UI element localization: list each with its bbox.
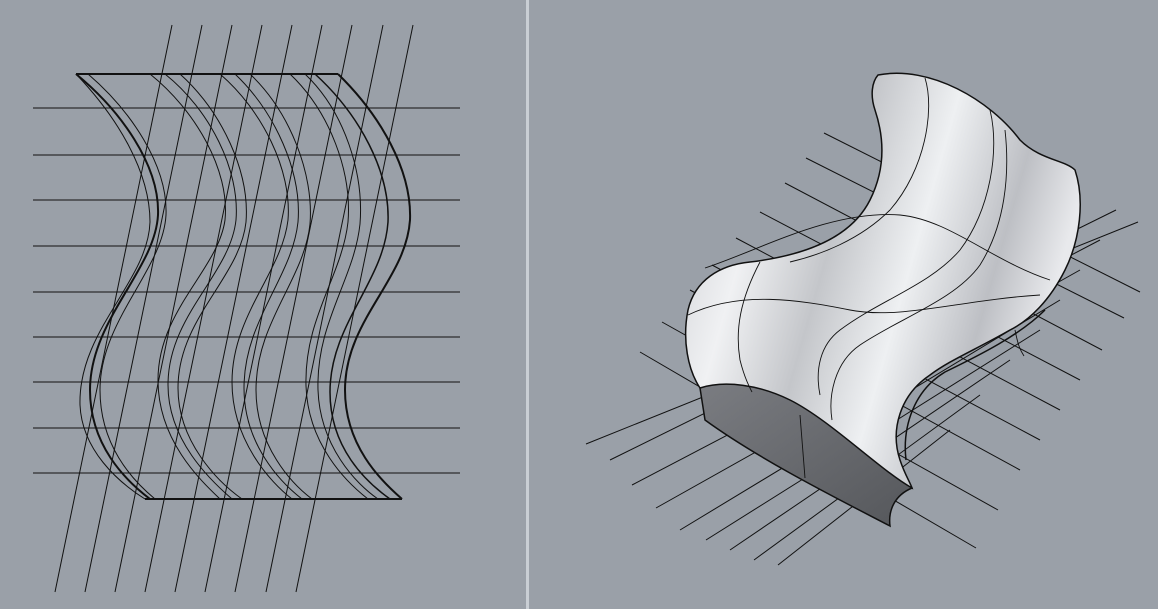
interior-wave-curve	[164, 73, 237, 500]
interior-wave-curve	[149, 73, 226, 500]
front-viewport[interactable]	[0, 0, 526, 609]
left-profile-curve-secondary	[87, 73, 167, 500]
perspective-viewport[interactable]	[529, 0, 1158, 609]
modeling-app-window	[0, 0, 1158, 609]
interior-wave-curve	[177, 73, 247, 500]
slanted-guide-line	[204, 24, 323, 593]
interior-wave-curve	[249, 73, 313, 500]
slanted-guide-line	[265, 24, 384, 593]
slanted-guide-line	[144, 24, 263, 593]
slanted-guide-line	[114, 24, 233, 593]
right-profile-curve	[337, 73, 412, 500]
interior-wave-curve	[219, 73, 293, 500]
left-profile-curve-outer	[75, 73, 151, 500]
slanted-guide-line	[84, 24, 203, 593]
shaded-canvas[interactable]	[529, 0, 1158, 609]
wireframe-canvas[interactable]	[0, 0, 526, 609]
